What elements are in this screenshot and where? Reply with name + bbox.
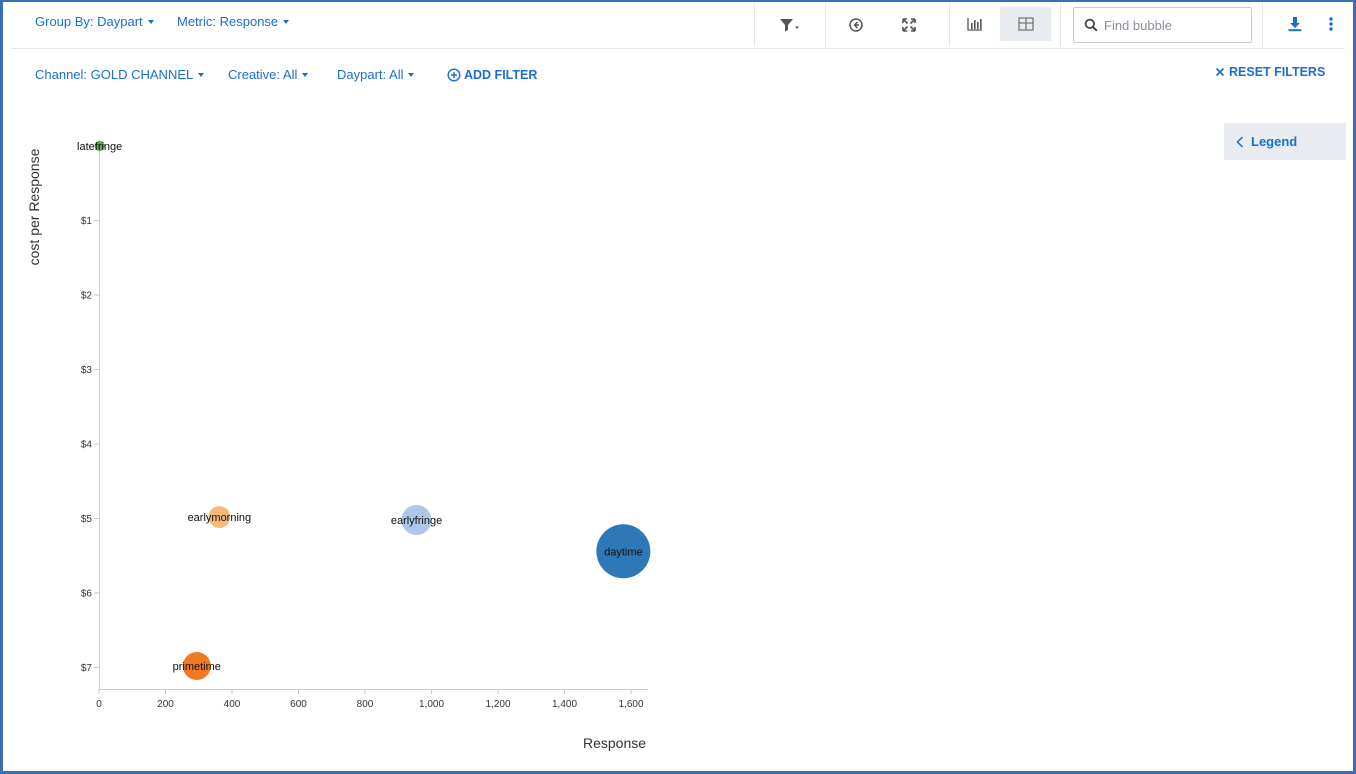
toolbar-divider: [825, 3, 826, 46]
toolbar-divider: [754, 3, 755, 46]
filter-button[interactable]: [772, 12, 808, 38]
x-axis-title: Response: [583, 735, 647, 751]
x-tick-label: 1,000: [419, 699, 444, 710]
y-axis-title: cost per Response: [26, 148, 42, 266]
y-tick-label: $7: [81, 663, 93, 674]
y-tick-label: $1: [81, 216, 93, 227]
toolbar-divider: [1060, 3, 1061, 46]
toolbar-divider: [1262, 3, 1263, 46]
bubble-label: earlymorning: [188, 512, 252, 524]
x-tick-label: 1,400: [552, 699, 577, 710]
more-vertical-icon: [1329, 17, 1333, 31]
download-icon: [1288, 17, 1302, 32]
table-view-icon: [1017, 17, 1034, 31]
legend-toggle-button[interactable]: Legend: [1224, 123, 1346, 160]
x-tick-label: 200: [157, 699, 174, 710]
bar-chart-icon: [967, 18, 982, 31]
more-options-button[interactable]: [1320, 12, 1342, 36]
y-tick-label: $2: [81, 291, 93, 302]
back-icon: [849, 18, 863, 32]
bubble-chart: 0 200 400 600 800 1,000 1,200 1,400 1,600 $1 $2 $3 $…: [77, 140, 651, 710]
close-icon: [1215, 67, 1225, 77]
x-tick-label: 400: [224, 699, 241, 710]
download-button[interactable]: [1283, 12, 1307, 36]
search-icon: [1084, 18, 1098, 32]
reset-filters-button[interactable]: RESET FILTERS: [1215, 65, 1325, 79]
expand-icon: [902, 18, 916, 32]
legend-label: Legend: [1251, 134, 1298, 149]
back-button[interactable]: [843, 12, 869, 38]
bubble-label: daytime: [604, 546, 643, 558]
search-input[interactable]: [1104, 17, 1244, 33]
chevron-left-icon: [1236, 135, 1244, 148]
reset-filters-label: RESET FILTERS: [1229, 65, 1326, 79]
x-tick-label: 1,600: [618, 699, 643, 710]
y-tick-label: $3: [81, 365, 93, 376]
chart-view-button[interactable]: [950, 7, 1000, 41]
bubble-label: latefringe: [77, 141, 122, 153]
y-tick-label: $4: [81, 440, 93, 451]
y-tick-label: $5: [81, 514, 93, 525]
filter-icon: [780, 19, 799, 32]
bubble-label: earlyfringe: [391, 515, 442, 527]
y-tick-label: $6: [81, 589, 93, 600]
x-tick-label: 1,200: [485, 699, 510, 710]
x-tick-label: 600: [290, 699, 307, 710]
bubble-label: primetime: [173, 661, 221, 673]
x-tick-label: 0: [96, 699, 102, 710]
find-bubble-search[interactable]: [1073, 7, 1252, 43]
expand-button[interactable]: [896, 12, 922, 38]
x-tick-label: 800: [357, 699, 374, 710]
table-view-button[interactable]: [1000, 7, 1051, 41]
